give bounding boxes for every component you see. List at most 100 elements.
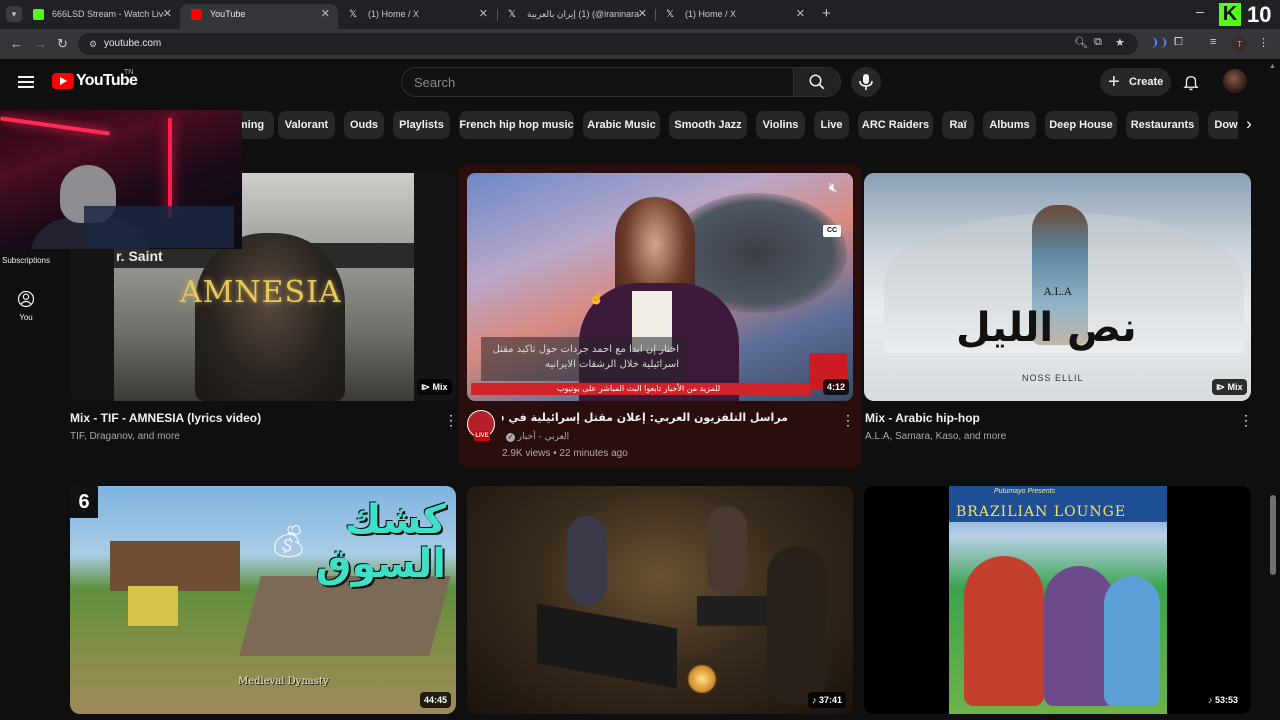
chip[interactable]: Deep House [1045,111,1117,139]
country-code: TN [124,69,134,76]
sidebar-subscriptions-label[interactable]: Subscriptions [0,256,52,265]
chip[interactable]: Violins [756,111,805,139]
tab-title: (1) Home / X [368,9,420,19]
thumbnail-title-text: AMNESIA [180,275,342,310]
reading-list-icon[interactable]: ≡ [1210,36,1216,48]
browser-menu-icon[interactable]: ⋮ [1258,36,1269,49]
minimize-window-button[interactable]: – [1196,3,1204,19]
page-scrollbar-thumb[interactable] [1270,495,1276,575]
chip[interactable]: Raï [942,111,974,139]
duration-badge: ♪ 37:41 [808,692,847,708]
channel-name-text: العربي - أخبار [517,432,570,442]
zoom-icon[interactable]: 🔍︎ [1074,36,1088,49]
browser-tab-x-home-2[interactable]: 𝕏 (1) Home / X ✕ [655,4,813,29]
scroll-up-arrow-icon[interactable]: ▲ [1269,63,1276,70]
search-input[interactable] [414,68,784,96]
thumbnail-lamp [687,664,717,694]
video-title[interactable]: Mix - TIF - AMNESIA (lyrics video) [70,411,261,425]
video-title[interactable]: مراسل التلفزيون العربي: إعلان مقتل إسرائ… [502,411,788,424]
search-button[interactable] [793,67,841,97]
back-arrow-icon[interactable]: ← [10,36,23,51]
close-tab-icon[interactable]: ✕ [796,4,805,25]
create-label: Create [1129,76,1164,88]
browser-tab-youtube[interactable]: YouTube ✕ [180,4,338,29]
chip[interactable]: ARC Raiders [858,111,933,139]
notifications-bell-icon[interactable] [1182,73,1200,91]
browser-tab-x-home[interactable]: 𝕏 (1) Home / X ✕ [338,4,496,29]
you-icon[interactable] [17,290,35,308]
chip[interactable]: French hip hop music [459,111,574,139]
chip[interactable]: Valorant [278,111,335,139]
mute-icon[interactable]: 🔇︎ [822,179,844,201]
more-actions-icon[interactable]: ⋮ [444,412,458,428]
close-tab-icon[interactable]: ✕ [163,4,172,25]
webcam-monitor [84,206,234,248]
mouse-cursor-icon: ☝ [589,291,604,305]
verified-badge-icon: ✓ [506,433,515,442]
mix-badge: ⧐ Mix [417,379,452,395]
extension-icon[interactable]: ❩❩ [1150,36,1168,49]
video-thumbnail[interactable]: ♪ 37:41 [467,486,853,714]
chip[interactable]: Live [814,111,849,139]
chip[interactable]: Playlists [393,111,450,139]
chip[interactable]: Smooth Jazz [669,111,747,139]
caption-text: اختار إن ابدا مع احمد جردات حول تاكيد مق… [492,344,679,370]
sidebar-you-label[interactable]: You [0,313,52,322]
thumbnail-house [110,541,240,591]
channel-name[interactable]: ✓ العربي - أخبار [506,431,569,442]
chevron-right-icon[interactable]: › [1238,111,1260,139]
video-meta[interactable]: TIF, Draganov, and more [70,431,180,442]
video-preview-player[interactable]: اختار إن ابدا مع احمد جردات حول تاكيد مق… [467,173,853,401]
thumbnail-figure [964,556,1044,706]
thumbnail-game-logo: Medieval Dynasty [238,676,329,687]
thumbnail-person [195,233,345,401]
thumbnail-keyboard [537,603,677,689]
money-bag-icon: 💰︎ [268,523,309,559]
video-thumbnail[interactable]: 6 كشك السوق 💰︎ Medieval Dynasty 44:45 [70,486,456,714]
guide-menu-icon[interactable] [18,76,34,88]
tab-search-button[interactable]: ▾ [6,6,22,22]
video-title[interactable]: Mix - Arabic hip-hop [865,411,980,425]
video-meta[interactable]: A.L.A, Samara, Kaso, and more [865,431,1006,442]
close-tab-icon[interactable]: ✕ [479,4,488,25]
install-app-icon[interactable]: ⧉ [1094,36,1102,49]
x-favicon-icon: 𝕏 [508,9,517,20]
x-favicon-icon: 𝕏 [349,9,358,20]
chip[interactable]: Arabic Music [583,111,660,139]
duration-badge: 44:45 [420,692,452,708]
bookmark-star-icon[interactable]: ★ [1115,36,1125,49]
x-favicon-icon: 𝕏 [666,9,675,20]
youtube-favicon-icon [191,9,202,20]
chip[interactable]: Restaurants [1126,111,1199,139]
account-avatar[interactable] [1223,69,1247,93]
thumbnail-sign-text: r. Saint [116,248,163,264]
voice-search-button[interactable] [851,67,881,97]
browser-profile-avatar[interactable]: T [1232,37,1247,52]
browser-tab-strip: ▾ 666LSD Stream - Watch Live on Kick ✕ Y… [0,0,1280,29]
video-thumbnail[interactable]: A.L.A نص الليل NOSS ELLIL ⧐ Mix [864,173,1251,401]
live-badge: LIVE [474,431,490,441]
more-actions-icon[interactable]: ⋮ [841,412,855,428]
reload-icon[interactable]: ↻ [57,36,68,52]
chip[interactable]: Ouds [344,111,384,139]
video-thumbnail[interactable]: Putumayo Presents BRAZILIAN LOUNGE ♪ 53:… [864,486,1251,714]
close-tab-icon[interactable]: ✕ [638,4,647,25]
address-bar[interactable]: ⚙ youtube.com 🔍︎ ⧉ ★ [78,33,1138,55]
new-tab-button[interactable]: + [822,5,831,22]
site-info-icon[interactable]: ⚙ [86,37,100,51]
mix-badge: ⧐ Mix [1212,379,1247,395]
more-actions-icon[interactable]: ⋮ [1239,412,1253,428]
video-meta: 2.9K views • 22 minutes ago [502,448,628,459]
chip[interactable]: Albums [983,111,1036,139]
captions-cc-icon[interactable]: CC [823,225,841,237]
youtube-logo-icon[interactable] [52,73,74,89]
streamer-webcam-overlay [0,110,242,249]
close-tab-icon[interactable]: ✕ [321,4,330,25]
extensions-puzzle-icon[interactable]: ⧠ [1174,36,1183,49]
thumbnail-musician [767,546,827,706]
create-button[interactable]: + Create [1100,68,1171,96]
forward-arrow-icon[interactable]: → [34,36,47,51]
thumbnail-album-publisher: Putumayo Presents [994,488,1056,495]
browser-tab-kick[interactable]: 666LSD Stream - Watch Live on Kick ✕ [22,4,180,29]
browser-tab-x-iran[interactable]: 𝕏 ‏(1) إيران بالعربية (@iraninarabic_ir)… [497,4,655,29]
